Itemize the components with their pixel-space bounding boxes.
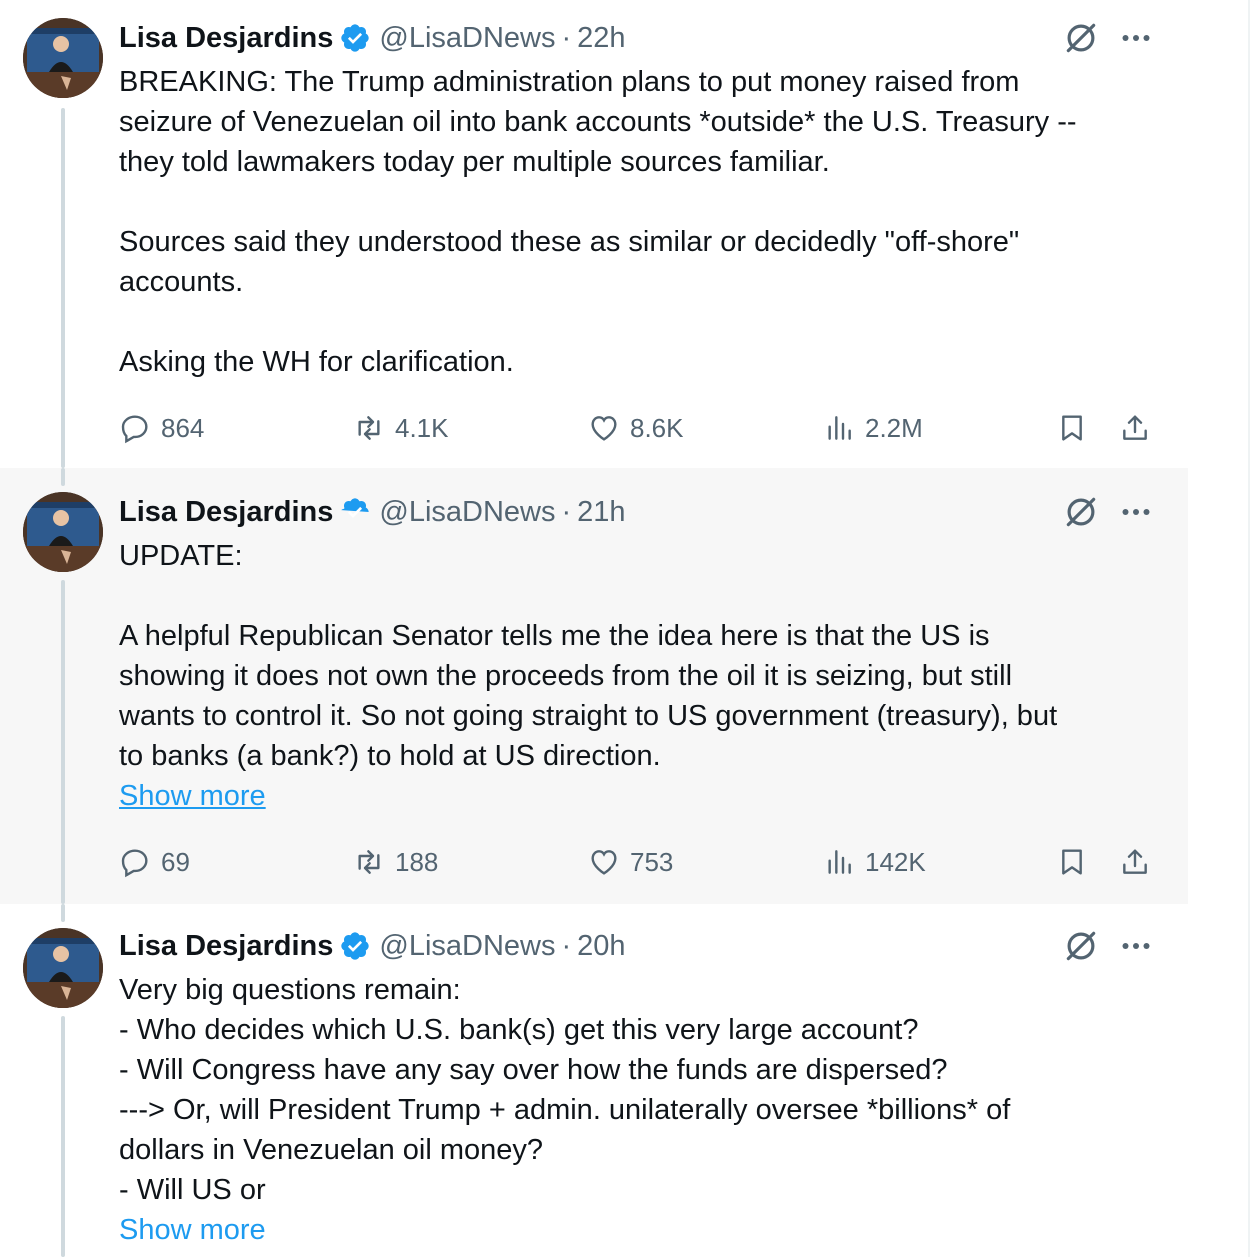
tweet-text-line: they told lawmakers today per multiple s… <box>119 146 830 178</box>
tweet-text: Very big questions remain: - Who decides… <box>119 970 1159 1250</box>
like-button[interactable]: 753 <box>588 840 673 884</box>
separator-dot: · <box>561 495 572 528</box>
share-button[interactable] <box>1119 840 1151 884</box>
tweet-header: Lisa Desjardins @LisaDNews · 20h <box>119 926 626 966</box>
view-count: 142K <box>865 846 926 877</box>
tweet-text: UPDATE: A helpful Republican Senator tel… <box>119 536 1159 816</box>
more-options-icon[interactable] <box>1118 494 1154 530</box>
retweet-button[interactable]: 188 <box>353 840 438 884</box>
tweet-1[interactable]: Lisa Desjardins @LisaDNews · 22h BREAKIN… <box>0 0 1188 468</box>
tweet-text-line: accounts. <box>119 266 244 298</box>
tweet-actions: 864 4.1K 8.6K 2.2M <box>119 406 1159 450</box>
reply-button[interactable]: 864 <box>119 406 204 450</box>
right-column-edge <box>1190 0 1250 1257</box>
avatar[interactable] <box>23 928 103 1008</box>
like-button[interactable]: 8.6K <box>588 406 684 450</box>
author-handle[interactable]: @LisaDNews <box>379 22 555 55</box>
avatar[interactable] <box>23 18 103 98</box>
reply-icon <box>121 849 148 878</box>
author-name[interactable]: Lisa Desjardins <box>119 930 333 963</box>
author-name[interactable]: Lisa Desjardins <box>119 22 333 55</box>
share-button[interactable] <box>1119 406 1151 450</box>
tweet-actions: 69 188 753 142K <box>119 840 1159 884</box>
author-handle[interactable]: @LisaDNews <box>379 496 555 529</box>
views-button[interactable]: 142K <box>823 840 926 884</box>
like-count: 753 <box>630 846 674 877</box>
bookmark-icon <box>1062 849 1082 875</box>
reply-icon <box>121 415 148 444</box>
verified-badge-icon <box>341 498 370 518</box>
retweet-icon <box>358 850 380 874</box>
tweet-text-line: Sources said they understood these as si… <box>119 226 1020 258</box>
views-button[interactable]: 2.2M <box>823 406 923 450</box>
tweet-2[interactable]: Lisa Desjardins @LisaDNews · 21h UPDATE:… <box>0 468 1188 904</box>
avatar-image-icon <box>23 492 103 572</box>
tweet-text-line: showing it does not own the proceeds fro… <box>119 660 1013 692</box>
tweet-timestamp[interactable]: 21h <box>577 496 625 529</box>
author-handle[interactable]: @LisaDNews <box>379 930 555 963</box>
tweet-text-line: UPDATE: <box>119 540 243 572</box>
grok-icon[interactable] <box>1062 493 1100 531</box>
retweet-button[interactable]: 4.1K <box>353 406 449 450</box>
tweet-header: Lisa Desjardins @LisaDNews · 21h <box>119 492 626 532</box>
thread-connector-line <box>61 468 65 486</box>
views-icon <box>828 416 851 440</box>
bookmark-button[interactable] <box>1056 406 1088 450</box>
show-more-link[interactable]: Show more <box>119 780 266 812</box>
view-count: 2.2M <box>865 412 923 443</box>
tweet-text-line: - Who decides which U.S. bank(s) get thi… <box>119 1014 919 1046</box>
avatar[interactable] <box>23 492 103 572</box>
tweet-text-line: Very big questions remain: <box>119 974 461 1006</box>
avatar-image-icon <box>23 18 103 98</box>
thread-connector-line <box>61 904 65 922</box>
tweet-timestamp[interactable]: 22h <box>577 22 625 55</box>
tweet-text-line: BREAKING: The Trump administration plans… <box>119 66 1020 98</box>
share-icon <box>1123 849 1147 874</box>
tweet-text-line: - Will US or <box>119 1174 266 1206</box>
reply-button[interactable]: 69 <box>119 840 190 884</box>
thread-connector-line <box>61 1016 65 1257</box>
separator-dot: · <box>561 21 572 54</box>
like-icon <box>591 416 617 441</box>
tweet-text-line: Asking the WH for clarification. <box>119 346 514 378</box>
tweet-text: BREAKING: The Trump administration plans… <box>119 62 1159 382</box>
tweet-text-line: A helpful Republican Senator tells me th… <box>119 620 990 652</box>
thread-connector-line <box>61 108 65 468</box>
verified-badge-icon <box>341 932 370 960</box>
tweet-text-line: wants to control it. So not going straig… <box>119 700 1058 732</box>
views-icon <box>828 850 851 874</box>
show-more-link[interactable]: Show more <box>119 1214 266 1246</box>
tweet-header: Lisa Desjardins @LisaDNews · 22h <box>119 18 626 58</box>
author-name[interactable]: Lisa Desjardins <box>119 496 333 529</box>
reply-count: 864 <box>161 412 205 443</box>
reply-count: 69 <box>161 846 190 877</box>
bookmark-icon <box>1062 415 1082 441</box>
tweet-text-line: to banks (a bank?) to hold at US directi… <box>119 740 661 772</box>
avatar-image-icon <box>23 928 103 1008</box>
grok-icon[interactable] <box>1062 19 1100 57</box>
retweet-count: 4.1K <box>395 412 449 443</box>
timeline-feed: Lisa Desjardins @LisaDNews · 22h BREAKIN… <box>0 0 1188 1257</box>
tweet-3[interactable]: Lisa Desjardins @LisaDNews · 20h Very bi… <box>0 904 1188 1257</box>
tweet-text-line: seizure of Venezuelan oil into bank acco… <box>119 106 1077 138</box>
verified-badge-icon <box>341 24 370 52</box>
more-options-icon[interactable] <box>1118 928 1154 964</box>
more-options-icon[interactable] <box>1118 20 1154 56</box>
grok-icon[interactable] <box>1062 927 1100 965</box>
tweet-text-line: dollars in Venezuelan oil money? <box>119 1134 543 1166</box>
like-count: 8.6K <box>630 412 684 443</box>
tweet-text-line: ---> Or, will President Trump + admin. u… <box>119 1094 1011 1126</box>
tweet-timestamp[interactable]: 20h <box>577 930 625 963</box>
share-icon <box>1123 415 1147 440</box>
thread-connector-line <box>61 580 65 904</box>
tweet-text-line: - Will Congress have any say over how th… <box>119 1054 948 1086</box>
retweet-icon <box>358 416 380 440</box>
retweet-count: 188 <box>395 846 439 877</box>
separator-dot: · <box>561 929 572 962</box>
like-icon <box>591 850 617 875</box>
bookmark-button[interactable] <box>1056 840 1088 884</box>
